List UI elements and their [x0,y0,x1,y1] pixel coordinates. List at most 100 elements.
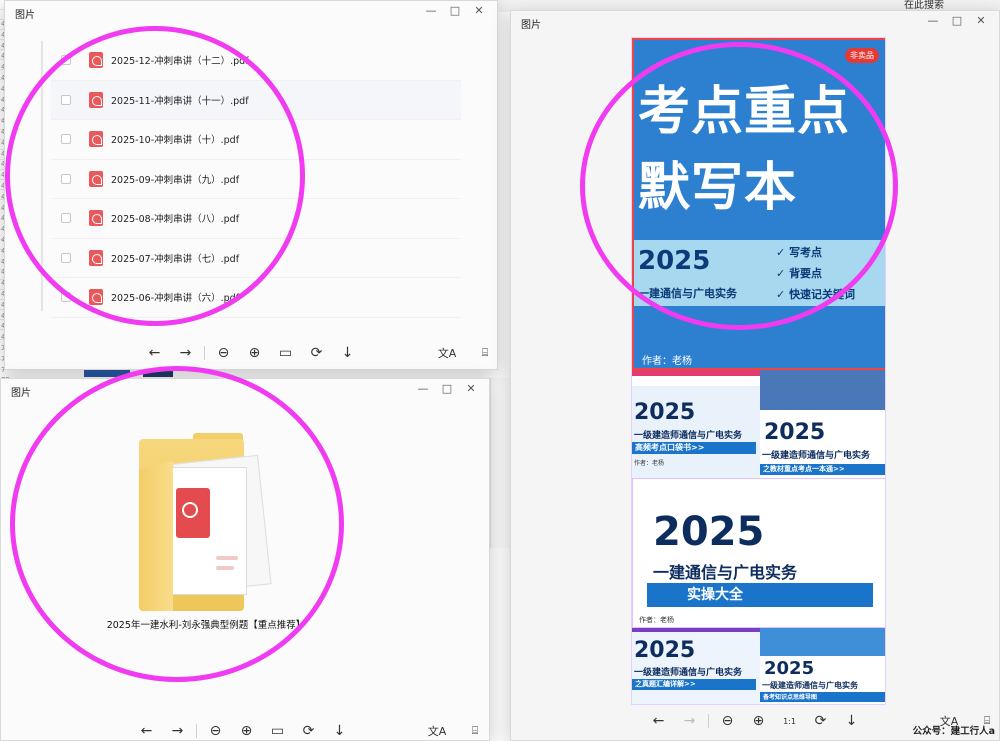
pdf-file-icon [89,52,103,69]
window-controls: — □ ✕ [921,13,993,29]
maximize-button[interactable]: □ [435,381,459,397]
check-item: ✓ 背要点 [776,267,823,280]
file-name: 2025-08-冲刺串讲（八）.pdf [111,214,240,226]
prev-arrow-icon[interactable]: ← [131,721,162,741]
thumb-subject: 一级建造师通信与广电实务 [634,668,743,678]
toolbar-divider [204,346,205,360]
cover-check-list: ✓ 写考点 ✓ 背要点 ✓ 快速记关键词 [776,242,855,305]
thumb-bar: 之教材重点考点一本通>> [760,464,885,475]
viewer-toolbar: ← → ⊖ ⊕ ▭ ⟳ ↓ [139,343,363,363]
row-checkbox[interactable] [61,94,71,105]
thumb-author: 作者：老杨 [639,616,674,624]
list-item[interactable]: 2025-10-冲刺串讲（十）.pdf [51,120,461,160]
image-viewer-window: 图片 — □ ✕ 非卖品 考点重点 默写本 2025 一建通信与广电实务 ✓ 写… [510,10,1000,741]
row-checkbox[interactable] [61,252,71,263]
book-cover: 非卖品 考点重点 默写本 2025 一建通信与广电实务 ✓ 写考点 ✓ 背要点 … [632,38,885,370]
row-checkbox[interactable] [61,134,71,145]
cover-title-line1: 考点重点 [638,82,851,142]
pdf-file-icon [89,91,103,108]
list-item[interactable]: 2025-12-冲刺串讲（十二）.pdf [51,41,461,81]
maximize-button[interactable]: □ [945,13,969,29]
viewer-toolbar: ← → ⊖ ⊕ 1:1 ⟳ ↓ [643,711,867,731]
folder-icon[interactable] [139,433,272,611]
ocr-icon[interactable]: ⌸ [463,721,487,741]
fit-window-icon[interactable]: ▭ [270,343,301,363]
download-icon[interactable]: ↓ [332,343,363,363]
maximize-button[interactable]: □ [443,3,467,19]
window-title: 图片 [521,20,541,31]
cover-year: 2025 [638,246,711,276]
row-checkbox[interactable] [61,292,71,303]
zoom-out-icon[interactable]: ⊖ [712,711,743,731]
next-arrow-icon[interactable]: → [170,343,201,363]
check-item: ✓ 快速记关键词 [776,288,856,301]
list-item[interactable]: 2025-06-冲刺串讲（六）.pdf [51,278,461,318]
zoom-in-icon[interactable]: ⊕ [231,721,262,741]
zoom-out-icon[interactable]: ⊖ [200,721,231,741]
cover-author: 作者：老杨 [642,356,692,367]
folder-name: 2025年一建水利-刘永强典型例题【重点推荐】 [106,620,306,631]
file-name: 2025-07-冲刺串讲（七）.pdf [111,253,240,265]
check-circle-icon: ✓ [776,288,786,301]
file-list-window: 图片 — □ ✕ 2025-12-冲刺串讲（十二）.pdf 2025-11-冲刺… [4,0,498,370]
prev-arrow-icon[interactable]: ← [139,343,170,363]
thumb-year: 2025 [764,658,815,679]
row-checkbox[interactable] [61,213,71,224]
minimize-button[interactable]: — [419,3,443,19]
download-icon[interactable]: ↓ [324,721,355,741]
not-for-sale-badge: 非卖品 [845,48,879,63]
close-button[interactable]: ✕ [969,13,993,29]
translate-icon[interactable]: 文A [435,343,459,363]
rotate-icon[interactable]: ⟳ [805,711,836,731]
list-item[interactable]: 2025-08-冲刺串讲（八）.pdf [51,199,461,239]
prev-arrow-icon[interactable]: ← [643,711,674,731]
next-arrow-icon[interactable]: → [674,711,705,731]
pdf-file-icon [89,131,103,148]
fit-window-icon[interactable]: ▭ [262,721,293,741]
check-circle-icon: ✓ [776,267,786,280]
rotate-icon[interactable]: ⟳ [293,721,324,741]
zoom-out-icon[interactable]: ⊖ [208,343,239,363]
zoom-in-icon[interactable]: ⊕ [239,343,270,363]
pdf-file-icon [89,210,103,227]
file-list: 2025-12-冲刺串讲（十二）.pdf 2025-11-冲刺串讲（十一）.pd… [51,41,461,318]
file-name: 2025-12-冲刺串讲（十二）.pdf [111,56,249,68]
image-canvas[interactable]: 非卖品 考点重点 默写本 2025 一建通信与广电实务 ✓ 写考点 ✓ 背要点 … [631,37,886,705]
minimize-button[interactable]: — [921,13,945,29]
next-arrow-icon[interactable]: → [162,721,193,741]
zoom-in-icon[interactable]: ⊕ [743,711,774,731]
check-circle-icon: ✓ [776,246,786,259]
thumb-bar: 之真题汇编详解>> [632,679,756,690]
list-item[interactable]: 2025-09-冲刺串讲（九）.pdf [51,160,461,199]
file-name: 2025-11-冲刺串讲（十一）.pdf [111,95,249,107]
pdf-file-icon [89,170,103,187]
pdf-file-icon [89,289,103,306]
thumb-subject: 一建通信与广电实务 [653,563,798,582]
ocr-icon[interactable]: ⌸ [473,343,497,363]
thumb-subject: 一级建造师通信与广电实务 [762,681,858,690]
background-panel [490,378,510,548]
list-item[interactable]: 2025-07-冲刺串讲（七）.pdf [51,239,461,278]
thumb-year: 2025 [634,638,696,663]
toolbar-divider [708,714,709,728]
window-controls: — □ ✕ [419,3,491,19]
watermark-text: 公众号：建工行人a [912,726,995,737]
row-checkbox[interactable] [61,173,71,184]
thumb-subject: 一级建造师通信与广电实务 [634,431,743,441]
list-item[interactable]: 2025-11-冲刺串讲（十一）.pdf [51,80,461,120]
viewer-toolbar-right: 文A ⌸ [435,343,497,363]
translate-icon[interactable]: 文A [425,721,449,741]
toolbar-divider [196,724,197,738]
actual-size-button[interactable]: 1:1 [774,711,805,731]
folder-window: 图片 — □ ✕ 2025年一建水利-刘永强典型例题【重点推荐】 ← → ⊖ ⊕… [0,378,490,741]
close-button[interactable]: ✕ [459,381,483,397]
file-name: 2025-10-冲刺串讲（十）.pdf [111,135,240,147]
download-icon[interactable]: ↓ [836,711,867,731]
row-checkbox[interactable] [61,55,71,66]
background-block [143,369,173,377]
scrollbar[interactable] [41,41,43,311]
minimize-button[interactable]: — [411,381,435,397]
rotate-icon[interactable]: ⟳ [301,343,332,363]
book-thumbnail: 2025 一级建造师通信与广电实务 备考知识点思维导图 [760,628,885,704]
close-button[interactable]: ✕ [467,3,491,19]
